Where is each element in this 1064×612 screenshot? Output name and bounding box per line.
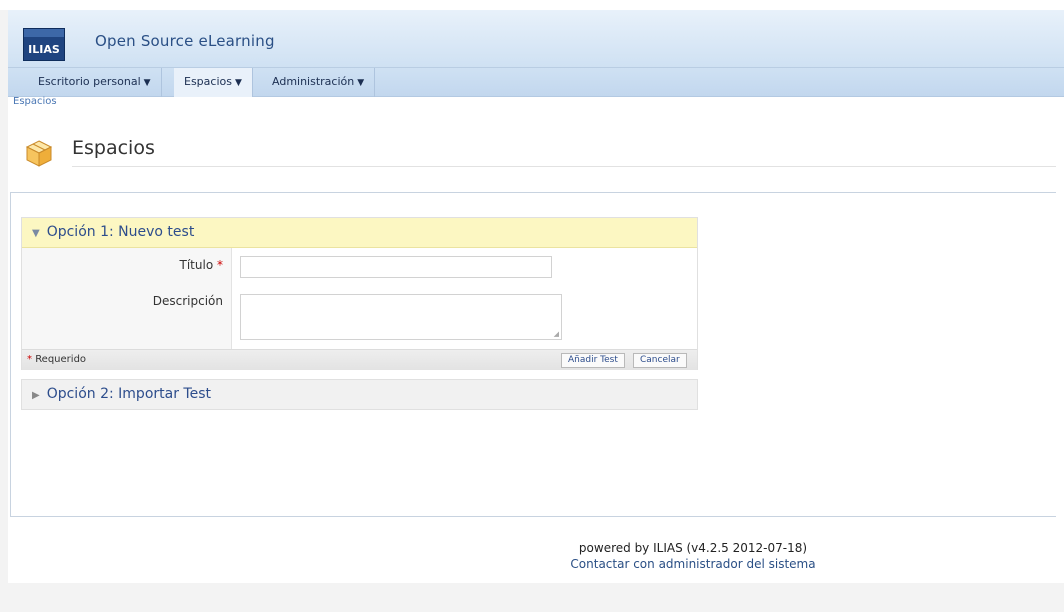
triangle-right-icon: ▶	[32, 390, 40, 401]
title-divider	[72, 166, 1056, 167]
logo-text: ILIAS	[28, 43, 60, 56]
breadcrumb-espacios[interactable]: Espacios	[13, 96, 57, 107]
cancel-button[interactable]: Cancelar	[633, 353, 687, 368]
resize-grip-icon[interactable]: ◢	[554, 330, 559, 338]
add-test-button[interactable]: Añadir Test	[561, 353, 625, 368]
menu-escritorio-personal[interactable]: Escritorio personal ▼	[28, 68, 162, 97]
header: ILIAS Open Source eLearning	[8, 10, 1064, 68]
caret-down-icon: ▼	[143, 78, 151, 88]
bottom-bar	[0, 583, 1064, 612]
description-textarea[interactable]: ◢	[240, 294, 562, 340]
menu-item-label: Escritorio personal	[38, 75, 141, 88]
caret-down-icon: ▼	[234, 78, 242, 88]
top-strip	[0, 0, 1064, 10]
page-title: Espacios	[72, 137, 155, 159]
required-mark: *	[27, 354, 32, 365]
option1-title: Opción 1: Nuevo test	[46, 224, 195, 240]
title-label: Título *	[180, 258, 223, 272]
main-menu: Escritorio personal ▼ Espacios ▼ Administr…	[8, 68, 1064, 97]
logo-stripe	[24, 29, 64, 37]
option1-header[interactable]: ▼ Opción 1: Nuevo test	[22, 218, 697, 248]
title-label-text: Título	[179, 258, 214, 272]
option2-header[interactable]: ▶ Opción 2: Importar Test	[21, 379, 698, 410]
description-label: Descripción	[152, 294, 223, 308]
title-input[interactable]	[240, 256, 552, 278]
option2-title: Opción 2: Importar Test	[46, 386, 211, 402]
site-title: Open Source eLearning	[95, 32, 275, 50]
caret-down-icon: ▼	[357, 78, 365, 88]
required-note: Requerido	[35, 354, 87, 365]
menu-item-label: Administración	[272, 75, 355, 88]
contact-admin-link[interactable]: Contactar con administrador del sistema	[0, 557, 1064, 571]
repository-box-icon	[25, 140, 53, 167]
required-mark: *	[217, 258, 223, 272]
triangle-down-icon: ▼	[32, 228, 40, 239]
form-label-column: Título * Descripción	[22, 248, 232, 349]
option1-panel: ▼ Opción 1: Nuevo test Título * Descripci…	[21, 217, 698, 370]
ilias-logo[interactable]: ILIAS	[23, 28, 65, 61]
menu-item-label: Espacios	[184, 75, 232, 88]
form-footer: * Requerido Añadir Test Cancelar	[22, 349, 697, 370]
menu-espacios[interactable]: Espacios ▼	[174, 68, 253, 97]
menu-administracion[interactable]: Administración ▼	[262, 68, 376, 97]
powered-by: powered by ILIAS (v4.2.5 2012-07-18)	[578, 541, 808, 555]
content-area: ▼ Opción 1: Nuevo test Título * Descripci…	[10, 192, 1056, 517]
